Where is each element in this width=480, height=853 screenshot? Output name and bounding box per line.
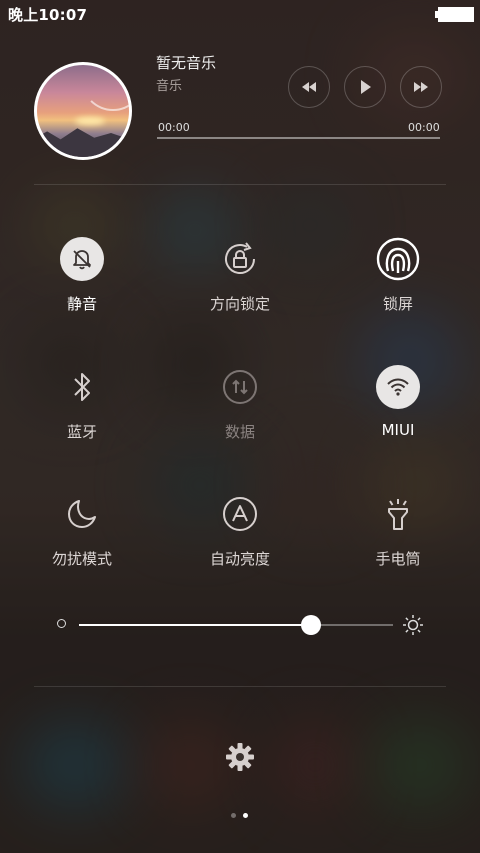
mobile-data-icon (218, 365, 262, 409)
play-icon (361, 80, 371, 94)
track-title: 暂无音乐 (156, 54, 217, 72)
page-dot-active (243, 813, 248, 818)
wifi-icon (376, 365, 420, 409)
flashlight-icon (376, 492, 420, 536)
bluetooth-icon (60, 365, 104, 409)
brightness-track[interactable] (79, 615, 393, 635)
divider (34, 686, 446, 687)
toggle-mute[interactable]: 静音 (22, 237, 142, 314)
toggle-wifi[interactable]: MIUI (338, 365, 458, 439)
brightness-thumb[interactable] (301, 615, 322, 635)
fingerprint-icon (376, 237, 420, 281)
toggle-label: MIUI (381, 421, 415, 439)
brightness-low-icon (57, 619, 66, 628)
bell-muted-icon (60, 237, 104, 281)
battery-icon (435, 7, 474, 22)
toggle-label: 方向锁定 (209, 295, 270, 313)
brightness-fill (79, 624, 312, 626)
elapsed-time: 00:00 (158, 121, 190, 134)
rotation-lock-icon (218, 237, 262, 281)
brightness-slider[interactable] (0, 612, 480, 638)
previous-button[interactable] (288, 66, 330, 108)
toggle-do-not-disturb[interactable]: 勿扰模式 (22, 492, 142, 569)
toggle-label: 锁屏 (382, 295, 413, 313)
toggle-mobile-data[interactable]: 数据 (180, 365, 300, 442)
status-bar: 晚上10:07 (0, 0, 480, 26)
media-player: 暂无音乐 音乐 00:00 00:00 (0, 54, 480, 170)
moon-icon (60, 492, 104, 536)
fast-forward-icon (414, 82, 428, 92)
toggle-label: 勿扰模式 (51, 550, 112, 568)
toggle-lock-screen[interactable]: 锁屏 (338, 237, 458, 314)
toggle-rotation-lock[interactable]: 方向锁定 (180, 237, 300, 314)
page-dot (231, 813, 236, 818)
toggle-bluetooth[interactable]: 蓝牙 (22, 365, 142, 442)
toggle-label: 蓝牙 (66, 423, 97, 441)
toggle-flashlight[interactable]: 手电筒 (338, 492, 458, 569)
track-artist: 音乐 (156, 79, 183, 94)
settings-gear-icon[interactable] (224, 741, 256, 773)
toggle-label: 手电筒 (375, 550, 421, 568)
page-indicator (0, 813, 480, 821)
rewind-icon (302, 82, 316, 92)
play-button[interactable] (344, 66, 386, 108)
divider (34, 184, 446, 185)
brightness-high-icon (403, 615, 423, 635)
toggle-label: 数据 (224, 423, 255, 441)
total-time: 00:00 (408, 121, 440, 134)
toggle-auto-brightness[interactable]: 自动亮度 (180, 492, 300, 569)
toggle-label: 自动亮度 (209, 550, 270, 568)
clock: 晚上10:07 (8, 6, 88, 24)
auto-brightness-icon (218, 492, 262, 536)
album-art[interactable] (34, 62, 132, 160)
seek-bar[interactable] (157, 137, 440, 139)
next-button[interactable] (400, 66, 442, 108)
toggle-label: 静音 (66, 295, 97, 313)
